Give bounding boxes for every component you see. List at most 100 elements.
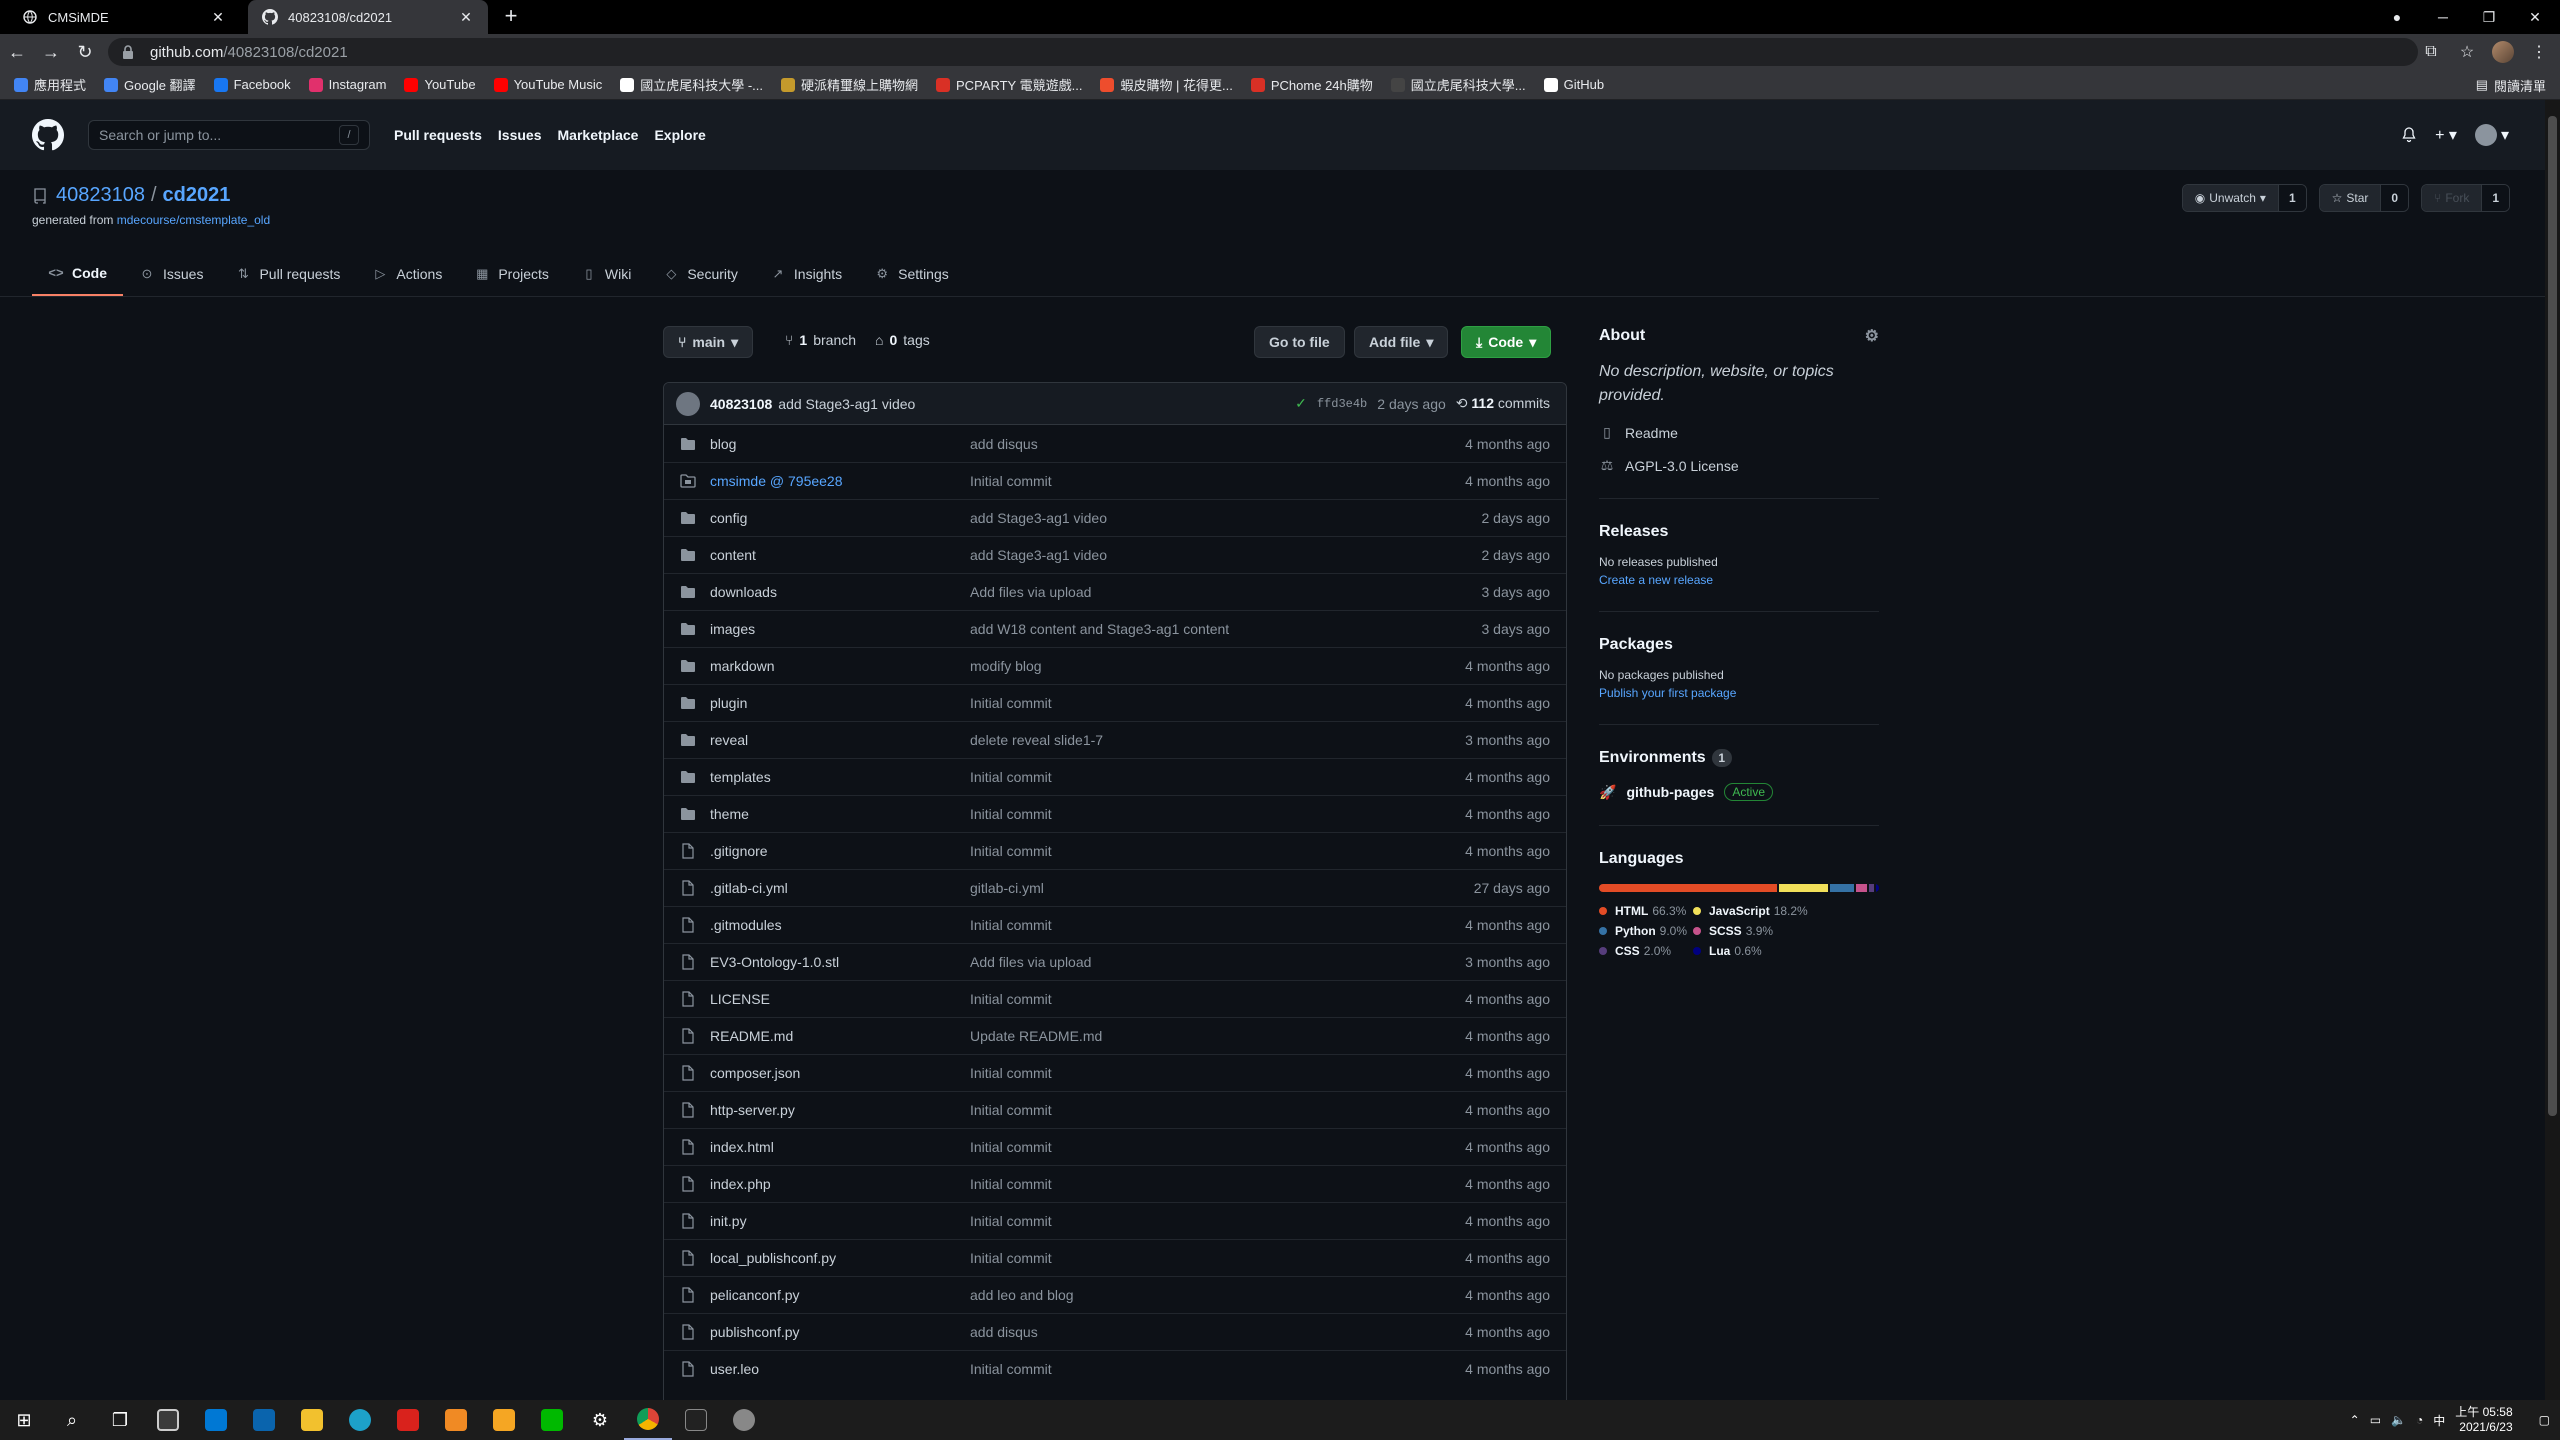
language-item[interactable]: JavaScript 18.2%: [1693, 904, 1843, 918]
app-circle-icon[interactable]: [720, 1400, 768, 1440]
file-name-link[interactable]: user.leo: [710, 1361, 970, 1377]
check-icon[interactable]: ✓: [1295, 395, 1307, 412]
network-icon[interactable]: ▭: [2370, 1413, 2381, 1427]
settings-app-icon[interactable]: ⚙: [576, 1400, 624, 1440]
file-name-link[interactable]: LICENSE: [710, 991, 970, 1007]
notification-icon[interactable]: ▢: [2539, 1413, 2550, 1427]
file-name-link[interactable]: blog: [710, 436, 970, 452]
fork-button[interactable]: ⑂ Fork: [2422, 185, 2482, 211]
bookmark-item[interactable]: 應用程式: [14, 75, 86, 94]
file-commit-message[interactable]: Initial commit: [970, 1213, 1410, 1229]
file-commit-message[interactable]: Initial commit: [970, 1139, 1410, 1155]
language-item[interactable]: CSS 2.0%: [1599, 944, 1693, 958]
tags-link[interactable]: ⌂ 0 tags: [875, 332, 930, 348]
file-name-link[interactable]: downloads: [710, 584, 970, 600]
file-row[interactable]: composer.json Initial commit 4 months ago: [664, 1054, 1566, 1091]
branches-link[interactable]: ⑂ 1 branch: [785, 332, 856, 348]
restore-icon[interactable]: ❐: [2466, 9, 2512, 26]
file-explorer-icon[interactable]: [288, 1400, 336, 1440]
file-commit-message[interactable]: Initial commit: [970, 806, 1410, 822]
language-item[interactable]: Python 9.0%: [1599, 924, 1693, 938]
bookmark-item[interactable]: YouTube: [404, 77, 476, 92]
readme-link[interactable]: ▯ Readme: [1599, 424, 1879, 441]
close-window-icon[interactable]: ✕: [2512, 9, 2558, 26]
file-name-link[interactable]: content: [710, 547, 970, 563]
file-commit-message[interactable]: add disqus: [970, 436, 1410, 452]
browser-tab-cmsimde[interactable]: CMSiMDE ✕: [8, 0, 240, 34]
environments-heading[interactable]: Environments: [1599, 749, 1706, 767]
tab-pull-requests[interactable]: ⇅ Pull requests: [219, 252, 356, 296]
file-name-link[interactable]: http-server.py: [710, 1102, 970, 1118]
file-row[interactable]: pelicanconf.py add leo and blog 4 months a…: [664, 1276, 1566, 1313]
file-row[interactable]: theme Initial commit 4 months ago: [664, 795, 1566, 832]
bell-icon[interactable]: [2401, 127, 2417, 143]
file-name-link[interactable]: init.py: [710, 1213, 970, 1229]
clock[interactable]: 上午 05:58 2021/6/23: [2455, 1405, 2512, 1435]
file-row[interactable]: EV3-Ontology-1.0.stl Add files via upload…: [664, 943, 1566, 980]
create-release-link[interactable]: Create a new release: [1599, 573, 1879, 587]
search-input[interactable]: Search or jump to... /: [88, 120, 370, 150]
file-commit-message[interactable]: Initial commit: [970, 917, 1410, 933]
file-row[interactable]: index.php Initial commit 4 months ago: [664, 1165, 1566, 1202]
file-name-link[interactable]: cmsimde @ 795ee28: [710, 473, 970, 489]
file-row[interactable]: README.md Update README.md 4 months ago: [664, 1017, 1566, 1054]
avatar[interactable]: [676, 391, 700, 416]
add-file-button[interactable]: Add file ▾: [1354, 326, 1449, 358]
file-row[interactable]: publishconf.py add disqus 4 months ago: [664, 1313, 1566, 1350]
forward-icon[interactable]: →: [34, 42, 68, 63]
file-row[interactable]: LICENSE Initial commit 4 months ago: [664, 980, 1566, 1017]
file-row[interactable]: init.py Initial commit 4 months ago: [664, 1202, 1566, 1239]
file-name-link[interactable]: .gitlab-ci.yml: [710, 880, 970, 896]
tab-projects[interactable]: ▦ Projects: [458, 252, 565, 296]
gear-icon[interactable]: ⚙: [1865, 326, 1879, 346]
branch-select-button[interactable]: ⑂ main ▾: [663, 326, 754, 358]
file-commit-message[interactable]: Add files via upload: [970, 954, 1410, 970]
ime-icon[interactable]: 中: [2433, 1412, 2445, 1429]
file-name-link[interactable]: reveal: [710, 732, 970, 748]
nav-pull-requests[interactable]: Pull requests: [394, 127, 482, 143]
new-tab-button[interactable]: +: [500, 5, 522, 28]
user-menu[interactable]: ▾: [2474, 124, 2509, 146]
edge-icon[interactable]: [336, 1400, 384, 1440]
file-row[interactable]: markdown modify blog 4 months ago: [664, 647, 1566, 684]
create-new-icon[interactable]: + ▾: [2435, 125, 2457, 145]
environment-item[interactable]: 🚀 github-pages Active: [1599, 783, 1879, 801]
page-scrollbar[interactable]: [2545, 100, 2560, 1400]
terminal-icon[interactable]: [672, 1400, 720, 1440]
file-commit-message[interactable]: add Stage3-ag1 video: [970, 547, 1410, 563]
file-name-link[interactable]: config: [710, 510, 970, 526]
wifi-icon[interactable]: ◔: [2416, 1413, 2423, 1427]
file-row[interactable]: templates Initial commit 4 months ago: [664, 758, 1566, 795]
menu-icon[interactable]: ⋮: [2528, 42, 2550, 62]
language-item[interactable]: HTML 66.3%: [1599, 904, 1693, 918]
code-button[interactable]: ⤓ Code ▾: [1461, 326, 1552, 358]
bookmark-item[interactable]: PChome 24h購物: [1250, 75, 1373, 94]
commit-age[interactable]: 2 days ago: [1377, 396, 1446, 412]
file-commit-message[interactable]: Initial commit: [970, 1102, 1410, 1118]
file-row[interactable]: content add Stage3-ag1 video 2 days ago: [664, 536, 1566, 573]
close-icon[interactable]: ✕: [458, 9, 474, 25]
file-name-link[interactable]: plugin: [710, 695, 970, 711]
bookmark-item[interactable]: YouTube Music: [493, 77, 602, 92]
file-row[interactable]: .gitignore Initial commit 4 months ago: [664, 832, 1566, 869]
file-commit-message[interactable]: add leo and blog: [970, 1287, 1410, 1303]
file-row[interactable]: .gitlab-ci.yml gitlab-ci.yml 27 days ago: [664, 869, 1566, 906]
file-name-link[interactable]: index.html: [710, 1139, 970, 1155]
file-row[interactable]: downloads Add files via upload 3 days ago: [664, 573, 1566, 610]
star-count[interactable]: 0: [2380, 185, 2409, 211]
file-name-link[interactable]: index.php: [710, 1176, 970, 1192]
file-name-link[interactable]: EV3-Ontology-1.0.stl: [710, 954, 970, 970]
translate-icon[interactable]: ⧉: [2420, 43, 2442, 61]
tab-actions[interactable]: ▷ Actions: [356, 252, 458, 296]
file-name-link[interactable]: images: [710, 621, 970, 637]
azure-icon[interactable]: [192, 1400, 240, 1440]
template-repo-link[interactable]: mdecourse/cmstemplate_old: [117, 213, 270, 227]
file-commit-message[interactable]: Initial commit: [970, 473, 1410, 489]
releases-heading[interactable]: Releases: [1599, 523, 1879, 541]
file-row[interactable]: reveal delete reveal slide1-7 3 months ago: [664, 721, 1566, 758]
bookmark-item[interactable]: 蝦皮購物 | 花得更...: [1100, 75, 1233, 94]
tab-code[interactable]: <> Code: [32, 252, 123, 296]
file-name-link[interactable]: .gitignore: [710, 843, 970, 859]
packages-heading[interactable]: Packages: [1599, 636, 1879, 654]
file-name-link[interactable]: publishconf.py: [710, 1324, 970, 1340]
